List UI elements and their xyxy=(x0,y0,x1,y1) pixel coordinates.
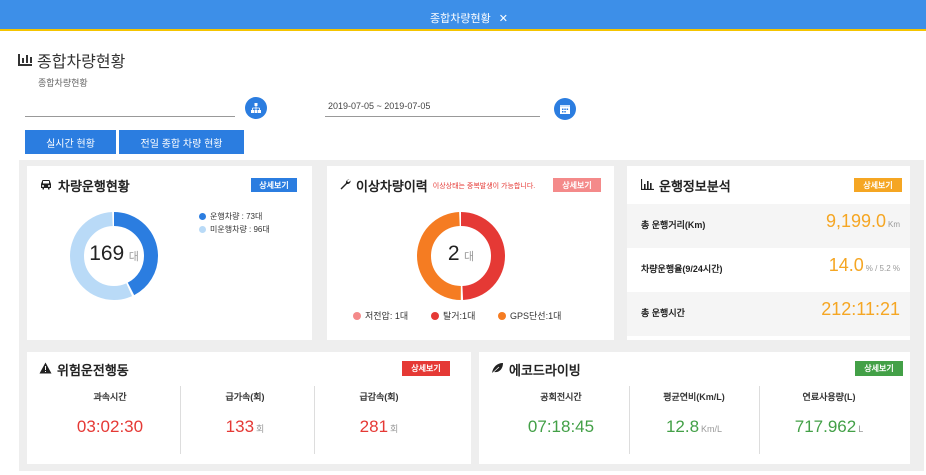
metric-fuel-efficiency: 평균연비(Km/L) 12.8 Km/L xyxy=(629,390,759,437)
legend-dot xyxy=(431,311,439,320)
stat-operation-time: 총 운행시간 212:11:21 xyxy=(627,292,910,336)
wrench-icon xyxy=(339,178,351,193)
metric-fuel-usage: 연료사용량(L) 717.962 L xyxy=(759,390,899,437)
stat-distance: 총 운행거리(Km) 9,199.0 Km xyxy=(627,204,910,248)
all-vehicle-status-button[interactable]: 전일 종합 차량 현황 xyxy=(119,130,244,154)
abnormal-total: 2 대 xyxy=(416,242,506,266)
tab-overview[interactable]: 종합차량현황 ✕ xyxy=(430,10,508,26)
eco-detail-button[interactable]: 상세보기 xyxy=(855,361,903,376)
stat-time-label: 총 운행시간 xyxy=(641,308,685,318)
dashboard-area: 차량운행현황 상세보기 169 대 운행차량 : 73대 미운행차량 : 96대 xyxy=(19,160,924,471)
metric-label: 급가속(회) xyxy=(225,392,265,402)
stat-rate-value: 14.0% / 5.2 % xyxy=(828,255,900,275)
analysis-detail-button[interactable]: 상세보기 xyxy=(854,178,902,192)
metric-rapid-accel: 급가속(회) 133 회 xyxy=(180,390,310,437)
legend-low-voltage: 저전압: 1대 xyxy=(353,309,408,322)
abnormal-title: 이상차량이력 xyxy=(356,179,428,194)
legend-detach: 탈거:1대 xyxy=(431,309,475,322)
stat-time-value: 212:11:21 xyxy=(821,299,900,319)
metric-value: 281 회 xyxy=(359,417,399,436)
warning-icon xyxy=(39,362,52,377)
legend-detach-label: 탈거:1대 xyxy=(443,311,476,321)
vehicle-total-unit: 대 xyxy=(128,251,139,263)
abnormal-detail-button[interactable]: 상세보기 xyxy=(553,178,601,192)
vehicle-status-title: 차량운행현황 xyxy=(58,179,130,194)
legend-idle: 미운행차량 : 96대 xyxy=(199,224,270,235)
metric-label: 과속시간 xyxy=(93,392,127,402)
car-icon xyxy=(39,178,53,193)
vehicle-total-value: 169 xyxy=(89,242,125,265)
legend-dot xyxy=(353,311,361,320)
realtime-status-button[interactable]: 실시간 현황 xyxy=(25,130,116,154)
metric-value: 717.962 L xyxy=(794,417,864,436)
abnormal-vehicle-card: 이상차량이력 이상상태는 중복발생이 가능합니다. 상세보기 2 대 저전압: … xyxy=(327,166,614,340)
top-tab-bar: 종합차량현황 ✕ xyxy=(0,0,926,31)
page-title-text: 종합차량현황 xyxy=(37,54,126,71)
close-icon[interactable]: ✕ xyxy=(499,13,508,25)
abnormal-total-unit: 대 xyxy=(464,251,475,263)
stat-distance-label: 총 운행거리(Km) xyxy=(641,220,706,230)
abnormal-total-value: 2 xyxy=(447,242,460,265)
metric-value: 133 회 xyxy=(225,417,265,436)
vehicle-status-detail-button[interactable]: 상세보기 xyxy=(251,178,297,192)
organization-select-button[interactable] xyxy=(245,97,267,119)
legend-dot xyxy=(498,311,506,320)
organization-input[interactable] xyxy=(25,116,235,117)
metric-value: 07:18:45 xyxy=(527,417,595,436)
leaf-icon xyxy=(491,362,504,377)
abnormal-warning: 이상상태는 중복발생이 가능합니다. xyxy=(432,182,536,190)
metric-label: 급감속(회) xyxy=(359,392,399,402)
metric-value: 03:02:30 xyxy=(76,417,144,436)
metric-label: 평균연비(Km/L) xyxy=(663,392,725,402)
date-range-underline xyxy=(325,116,540,117)
calendar-button[interactable] xyxy=(554,98,576,120)
legend-gps-label: GPS단선:1대 xyxy=(510,311,562,321)
stat-rate-label: 차량운행율(9/24시간) xyxy=(641,264,723,274)
calendar-icon xyxy=(560,105,570,114)
danger-title: 위험운전행동 xyxy=(57,363,129,378)
stat-distance-value: 9,199.0 Km xyxy=(825,211,900,231)
metric-value: 12.8 Km/L xyxy=(665,417,723,436)
bar-chart-icon xyxy=(640,178,654,193)
legend-running-label: 운행차량 : 73대 xyxy=(210,212,263,221)
metric-speeding: 과속시간 03:02:30 xyxy=(50,390,170,437)
legend-idle-label: 미운행차량 : 96대 xyxy=(210,225,270,234)
tab-label: 종합차량현황 xyxy=(430,13,491,25)
eco-driving-card: 에코드라이빙 상세보기 공회전시간 07:18:45 평균연비(Km/L) 12… xyxy=(479,352,910,464)
bar-chart-icon xyxy=(18,54,32,66)
eco-title: 에코드라이빙 xyxy=(509,363,581,378)
org-tree-icon xyxy=(251,103,261,113)
stat-operation-rate: 차량운행율(9/24시간) 14.0% / 5.2 % xyxy=(627,248,910,292)
legend-running: 운행차량 : 73대 xyxy=(199,211,262,222)
legend-low-voltage-label: 저전압: 1대 xyxy=(365,311,409,321)
legend-gps: GPS단선:1대 xyxy=(498,309,561,322)
metric-idle-time: 공회전시간 07:18:45 xyxy=(501,390,621,437)
dangerous-driving-card: 위험운전행동 상세보기 과속시간 03:02:30 급가속(회) 133 회 급감… xyxy=(27,352,471,464)
metric-rapid-decel: 급감속(회) 281 회 xyxy=(314,390,444,437)
metric-label: 공회전시간 xyxy=(540,392,582,402)
driving-analysis-card: 운행정보분석 상세보기 총 운행거리(Km) 9,199.0 Km 차량운행율(9… xyxy=(627,166,910,340)
page-title: 종합차량현황 xyxy=(18,48,125,72)
breadcrumb: 종합차량현황 xyxy=(38,78,88,88)
vehicle-total: 169 대 xyxy=(69,242,159,266)
analysis-title: 운행정보분석 xyxy=(659,179,731,194)
metric-label: 연료사용량(L) xyxy=(802,392,856,402)
legend-dot xyxy=(199,213,206,220)
date-range-input[interactable]: 2019-07-05 ~ 2019-07-05 xyxy=(328,101,430,111)
danger-detail-button[interactable]: 상세보기 xyxy=(402,361,450,376)
vehicle-status-card: 차량운행현황 상세보기 169 대 운행차량 : 73대 미운행차량 : 96대 xyxy=(27,166,312,340)
legend-dot xyxy=(199,226,206,233)
